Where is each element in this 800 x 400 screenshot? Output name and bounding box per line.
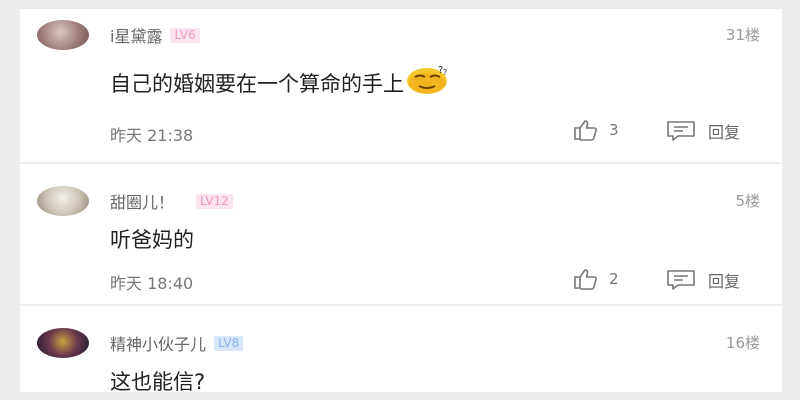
comment-item: 精神小伙子儿 LV8 16楼 这也能信? [20,307,782,392]
comment-bubble-icon [667,270,695,290]
comment-text: 这也能信? [110,370,206,392]
comment-text-row: 这也能信? [110,366,205,392]
comment-time: 昨天 18:40 [110,274,194,293]
like-button[interactable]: 3 [573,119,619,141]
thumbs-up-icon [574,120,597,141]
comment-time: 昨天 21:38 [110,126,194,145]
comment-text: 自己的婚姻要在一个算命的手上 [110,71,404,96]
like-count: 3 [609,121,619,139]
level-badge: LV6 [170,27,200,43]
thinking-face-emoji-icon: ? ? [406,64,452,101]
username[interactable]: 精神小伙子儿 [110,331,206,355]
svg-text:?: ? [443,68,447,77]
comment-text: 听爸妈的 [110,228,194,252]
reply-label: 回复 [708,123,741,142]
username-row: i星黛露 LV6 [110,23,200,47]
thumbs-up-icon [574,269,597,290]
floor-number: 16楼 [725,334,760,352]
divider [20,304,782,306]
comment-item: i星黛露 LV6 31楼 自己的婚姻要在一个算命的手上 ? ? 昨天 21:38 [20,9,782,162]
floor-number: 31楼 [725,26,760,44]
divider [20,162,782,164]
comment-bubble-icon [667,121,695,141]
level-badge: LV8 [214,335,244,351]
username[interactable]: i星黛露 [110,23,162,47]
like-count: 2 [609,270,619,288]
comment-text-row: 听爸妈的 [110,224,194,254]
like-button[interactable]: 2 [573,268,619,290]
level-badge: LV12 [196,193,233,209]
comment-item: 甜圈儿！ LV12 5楼 听爸妈的 昨天 18:40 2 回复 [20,165,782,304]
avatar[interactable] [37,328,89,358]
username-row: 精神小伙子儿 LV8 [110,331,244,355]
reply-button[interactable]: 回复 [666,268,740,292]
reply-button[interactable]: 回复 [666,119,740,143]
floor-number: 5楼 [735,192,760,210]
avatar[interactable] [37,186,89,216]
username[interactable]: 甜圈儿！ [110,189,174,213]
comment-list: i星黛露 LV6 31楼 自己的婚姻要在一个算命的手上 ? ? 昨天 21:38 [20,9,782,392]
reply-label: 回复 [708,272,741,291]
username-row: 甜圈儿！ LV12 [110,189,233,213]
comment-text-row: 自己的婚姻要在一个算命的手上 ? ? [110,64,452,101]
avatar[interactable] [37,20,89,50]
